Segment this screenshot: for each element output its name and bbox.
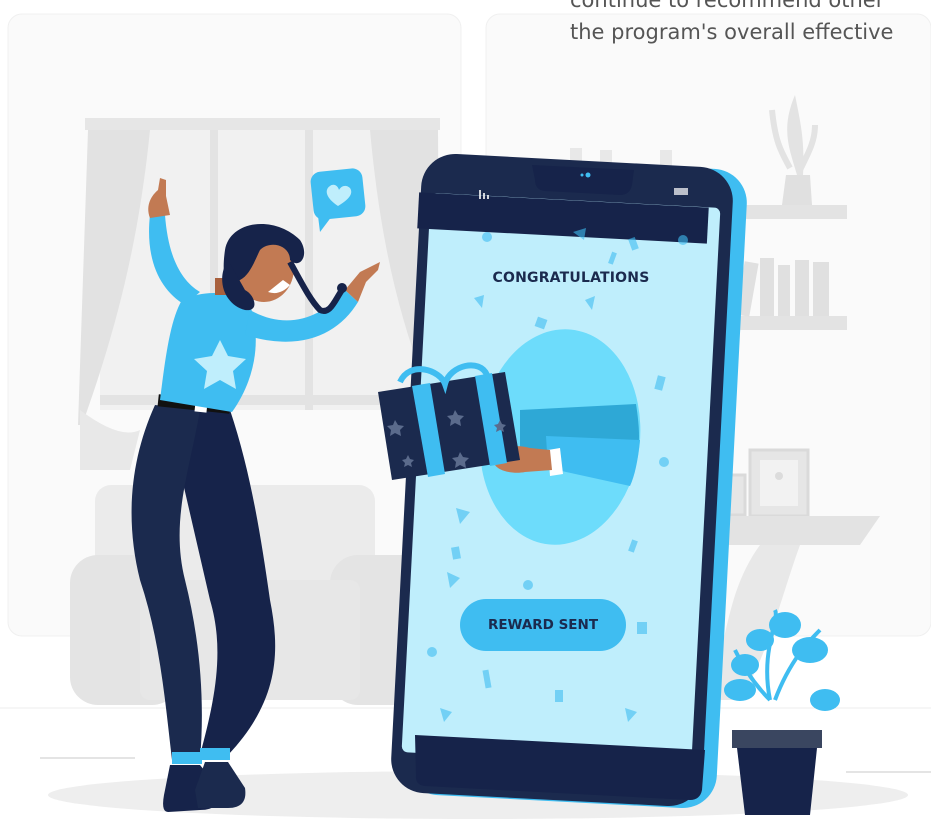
battery-icon — [674, 188, 688, 195]
reward-sent-button[interactable]: REWARD SENT — [460, 599, 626, 651]
phone-notch — [532, 165, 634, 195]
illustration-scene — [0, 13, 931, 819]
caption-text: continue to recommend other the program'… — [570, 0, 931, 48]
caption-line-2: the program's overall effective — [570, 20, 894, 44]
caption-line-1: continue to recommend other — [570, 0, 885, 12]
congratulations-heading: CONGRATULATIONS — [492, 270, 650, 286]
